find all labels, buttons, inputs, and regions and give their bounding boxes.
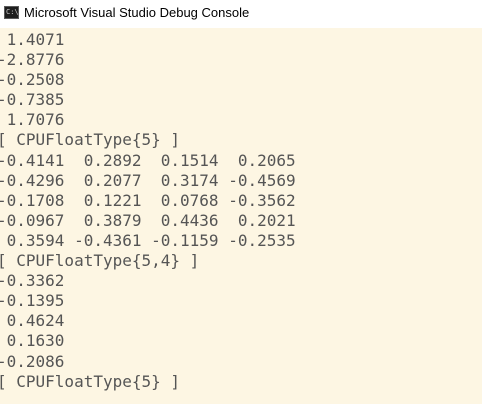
console-line: 1.4071 (0, 30, 65, 49)
console-app-icon: C:\ (4, 6, 19, 19)
console-line: -0.4141 0.2892 0.1514 0.2065 (0, 150, 296, 170)
console-output-area[interactable]: 1.4071 -2.8776 -0.2508 -0.7385 1.7076 [ … (0, 28, 482, 404)
console-line: [ CPUFloatType{5,4} ] (0, 251, 200, 271)
debug-console-window: C:\ Microsoft Visual Studio Debug Consol… (0, 0, 482, 404)
console-line: -0.2508 (0, 70, 65, 90)
console-line: 0.4624 (0, 311, 65, 331)
console-line: -0.7385 (0, 90, 65, 110)
console-line: 0.1630 (0, 331, 65, 351)
console-line: -0.1395 (0, 291, 65, 311)
console-line: 0.3594 -0.4361 -0.1159 -0.2535 (0, 230, 296, 250)
console-line: -2.8776 (0, 50, 65, 70)
console-line: -0.0967 0.3879 0.4436 0.2021 (0, 210, 296, 230)
title-bar[interactable]: C:\ Microsoft Visual Studio Debug Consol… (0, 0, 482, 26)
console-line: -0.2086 (0, 351, 65, 371)
window-title: Microsoft Visual Studio Debug Console (24, 5, 250, 20)
console-line: [ CPUFloatType{5} ] (0, 371, 181, 391)
console-line: 1.7076 (0, 110, 65, 130)
console-line: -0.3362 (0, 271, 65, 291)
console-line: [ CPUFloatType{5} ] (0, 130, 181, 150)
console-lines: 1.4071 -2.8776 -0.2508 -0.7385 1.7076 [ … (0, 30, 296, 392)
console-line: -0.4296 0.2077 0.3174 -0.4569 (0, 170, 296, 190)
console-line: -0.1708 0.1221 0.0768 -0.3562 (0, 190, 296, 210)
